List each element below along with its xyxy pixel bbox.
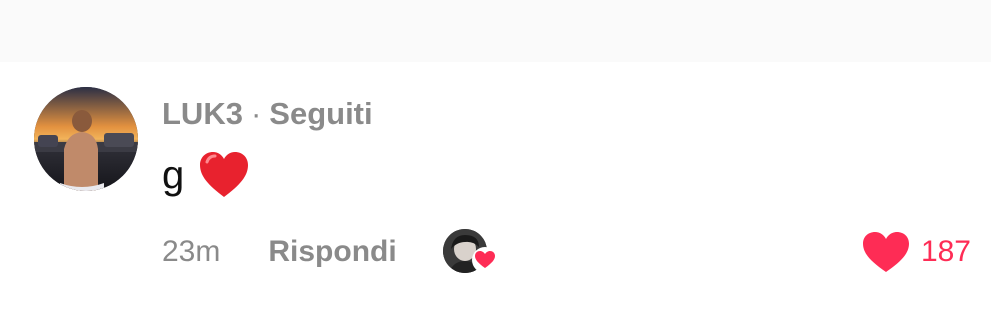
comment-header: LUK3 · Seguiti (162, 96, 373, 132)
comment-item: LUK3 · Seguiti g 23m Rispondi 187 (0, 62, 991, 330)
like-count: 187 (920, 235, 971, 268)
header-separator: · (250, 96, 262, 131)
avatar[interactable] (34, 87, 138, 191)
username-link[interactable]: LUK3 (162, 96, 243, 131)
reply-button[interactable]: Rispondi (268, 235, 396, 269)
comment-meta-row: 23m Rispondi (162, 229, 499, 275)
creator-liked-badge (442, 229, 499, 275)
comment-text-content: g (162, 153, 185, 197)
comment-timestamp: 23m (162, 235, 221, 268)
top-bar-background (0, 0, 991, 62)
comment-text: g (162, 150, 250, 200)
heart-filled-icon (861, 230, 911, 274)
like-button[interactable]: 187 (861, 228, 971, 276)
follow-status-label: Seguiti (269, 96, 373, 131)
heart-badge-icon (471, 247, 499, 273)
red-heart-emoji-icon (198, 150, 250, 200)
